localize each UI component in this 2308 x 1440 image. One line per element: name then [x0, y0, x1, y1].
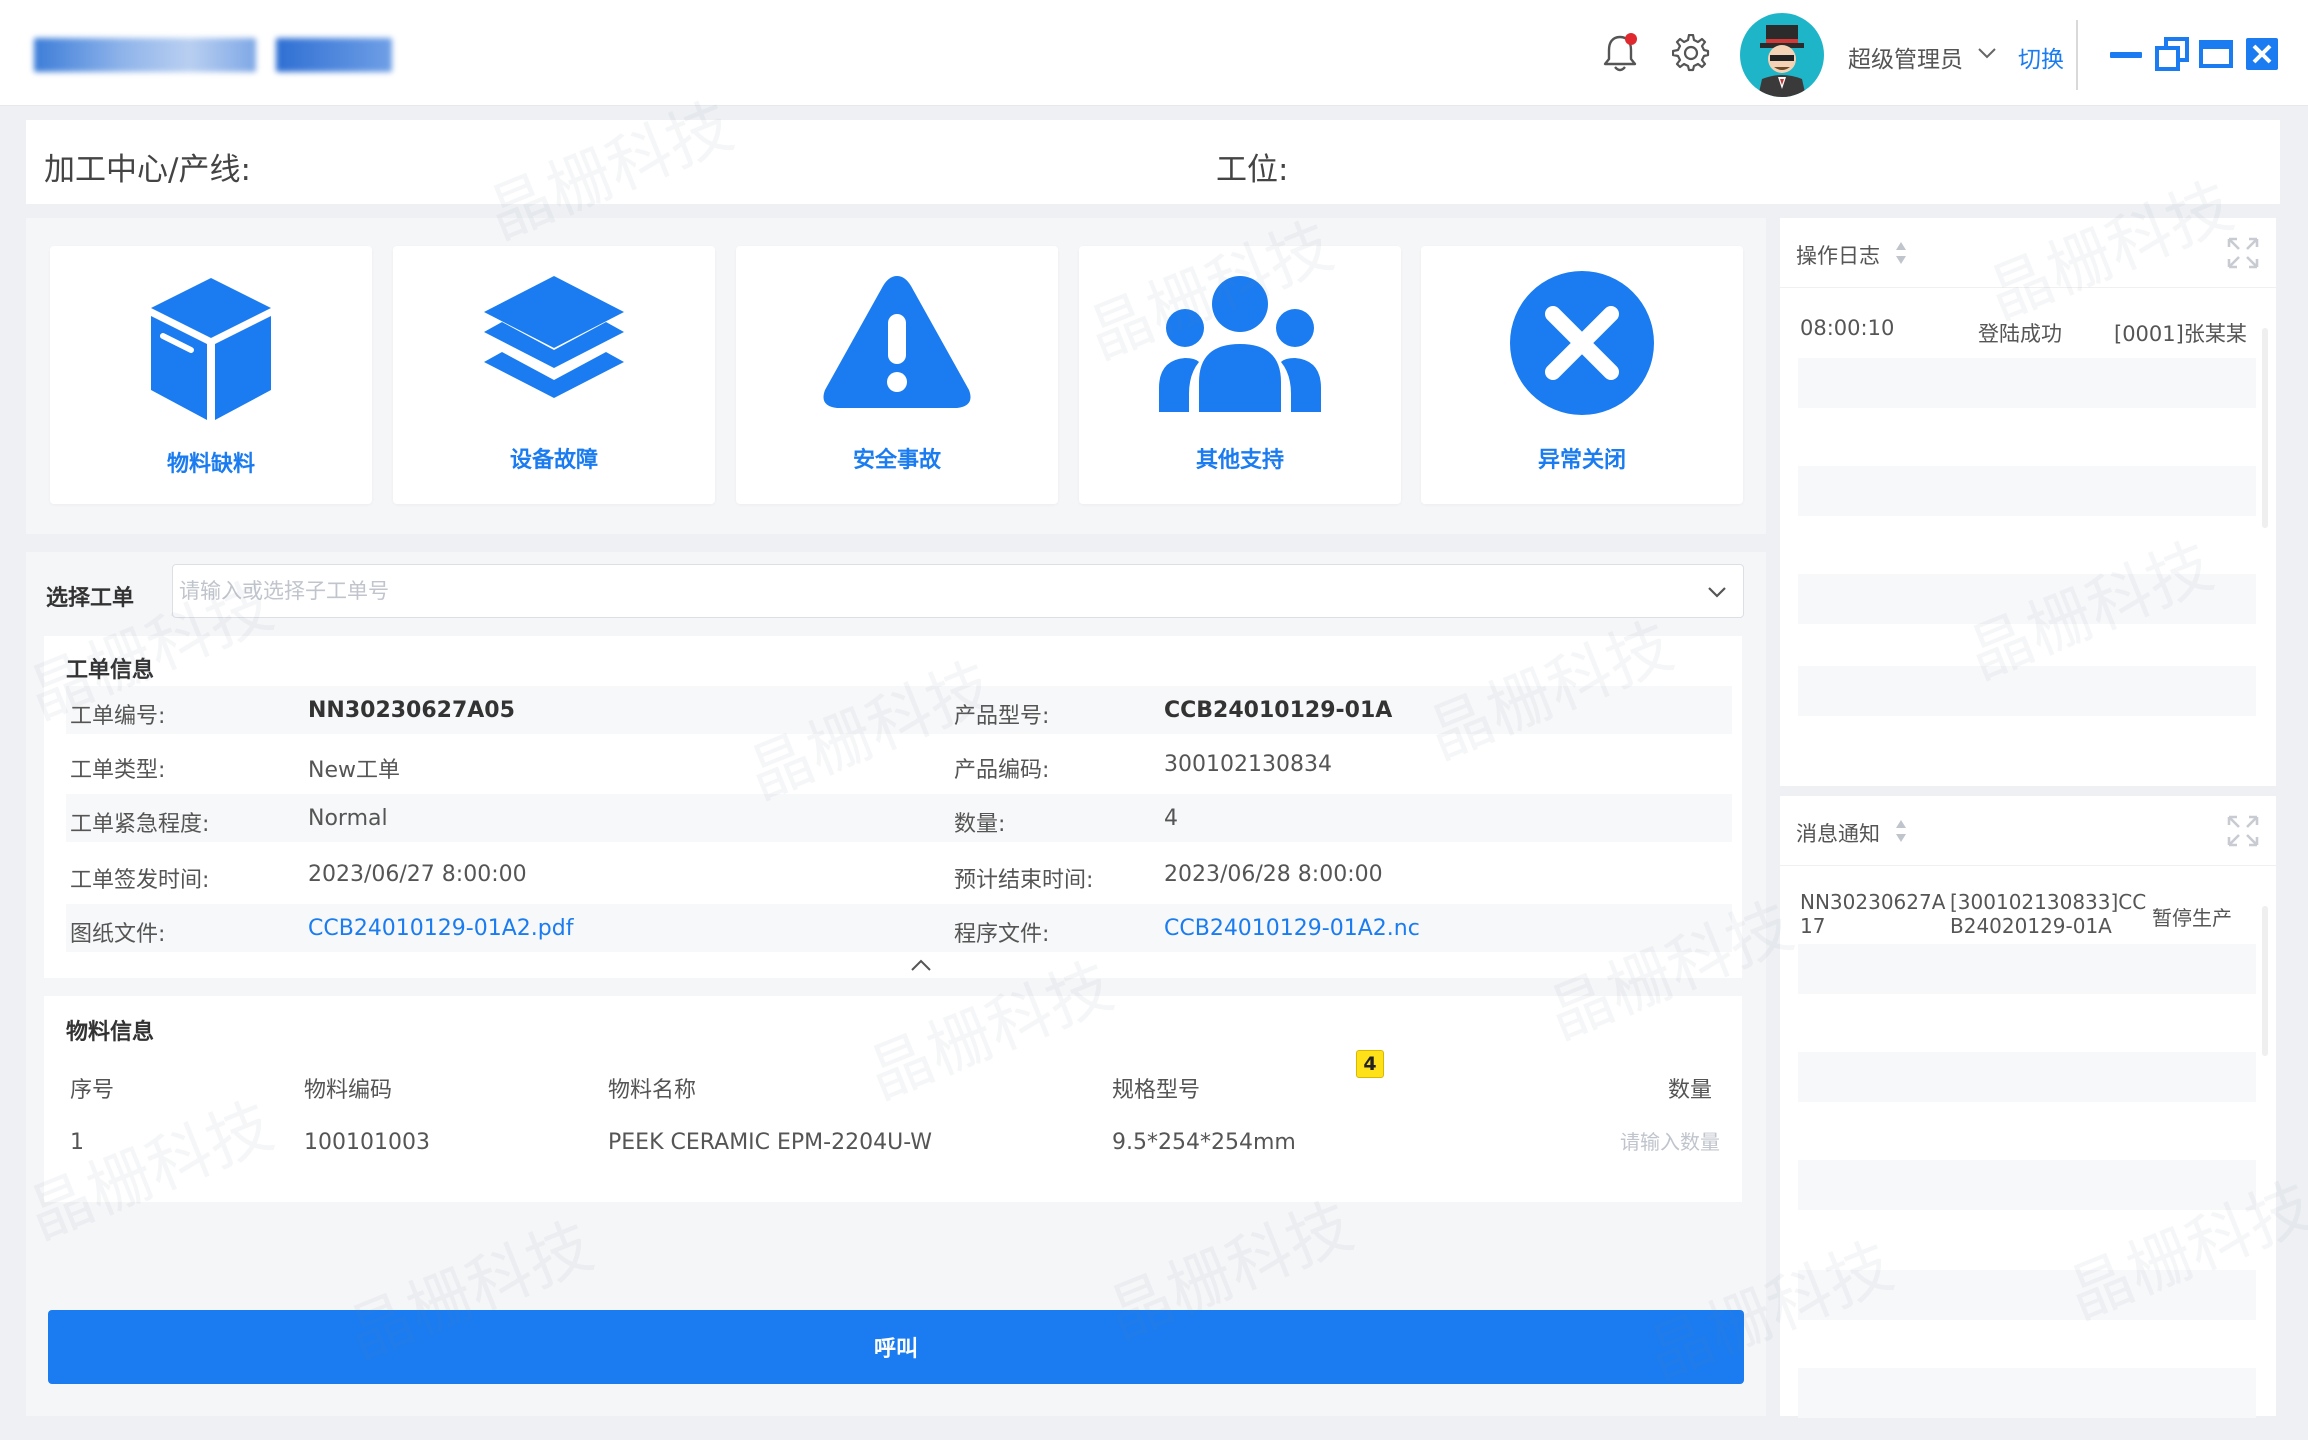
chevron-down-icon[interactable] [1705, 580, 1729, 604]
avatar[interactable] [1740, 13, 1824, 97]
order-no-value: NN30230627A05 [308, 698, 515, 723]
product-code-value: 300102130834 [1164, 752, 1332, 777]
program-file-link[interactable]: CCB24010129-01A2.nc [1164, 916, 1420, 941]
header-divider [2076, 20, 2078, 90]
layers-icon [484, 276, 624, 398]
info-row: 工单类型: New工单 产品编码: 300102130834 [66, 740, 1732, 788]
col-header-name: 物料名称 [608, 1078, 697, 1103]
work-order-input[interactable] [177, 569, 1677, 613]
box-icon [151, 278, 271, 420]
end-time-value: 2023/06/28 8:00:00 [1164, 862, 1383, 887]
station-label: 工位: [1216, 152, 1289, 188]
material-info-card [44, 996, 1742, 1202]
chevron-down-icon[interactable] [1976, 42, 1998, 64]
message-notification-header: 消息通知 [1780, 796, 2276, 866]
info-row: 工单紧急程度: Normal 数量: 4 [66, 794, 1732, 842]
select-work-order-label: 选择工单 [46, 586, 135, 611]
work-order-info-title: 工单信息 [66, 658, 155, 683]
material-spec: 9.5*254*254mm [1112, 1130, 1296, 1155]
material-seq: 1 [70, 1130, 84, 1155]
quick-action-material-shortage[interactable]: 物料缺料 [50, 246, 372, 504]
maximize-icon[interactable] [2198, 36, 2234, 72]
quick-action-label: 安全事故 [852, 448, 941, 473]
msg-status: 暂停生产 [2152, 906, 2232, 930]
urgency-value: Normal [308, 806, 388, 831]
product-model-label: 产品型号: [954, 704, 1050, 729]
msg-product-line2: B24020129-01A [1950, 914, 2112, 938]
material-name: PEEK CERAMIC EPM-2204U-W [608, 1130, 932, 1155]
msg-order-line1: NN30230627A [1800, 890, 1946, 914]
info-row: 工单编号: NN30230627A05 产品型号: CCB24010129-01… [66, 686, 1732, 734]
col-header-spec: 规格型号 [1112, 1078, 1201, 1103]
quantity-input[interactable] [1560, 1124, 1720, 1160]
program-file-label: 程序文件: [954, 922, 1050, 947]
product-code-label: 产品编码: [954, 758, 1050, 783]
operation-log-title: 操作日志 [1796, 244, 1880, 268]
notification-dot [1625, 33, 1637, 45]
work-order-select[interactable] [172, 564, 1744, 618]
top-bar: 超级管理员 切换 [0, 0, 2308, 106]
issue-time-value: 2023/06/27 8:00:00 [308, 862, 527, 887]
app-logo [34, 38, 392, 72]
line-station-bar: 加工中心/产线: 工位: [26, 120, 2280, 204]
operation-log-panel: 操作日志 08:00:10 登陆成功 [0001]张某某 [1780, 218, 2276, 786]
quick-action-abnormal-close[interactable]: 异常关闭 [1421, 246, 1743, 504]
end-time-label: 预计结束时间: [954, 868, 1094, 893]
order-no-label: 工单编号: [70, 704, 166, 729]
issue-time-label: 工单签发时间: [70, 868, 210, 893]
quick-action-label: 设备故障 [509, 448, 598, 473]
log-user: [0001]张某某 [2114, 322, 2247, 346]
line-label: 加工中心/产线: [44, 152, 251, 188]
expand-icon[interactable] [2226, 236, 2260, 270]
quick-action-safety-incident[interactable]: 安全事故 [736, 246, 1058, 504]
message-notification-panel: 消息通知 NN30230627A 17 [300102130833]CC B24… [1780, 796, 2276, 1418]
message-notification-title: 消息通知 [1796, 822, 1880, 846]
people-icon [1159, 276, 1321, 412]
quantity-value: 4 [1164, 806, 1178, 831]
count-badge: 4 [1356, 1050, 1384, 1078]
quick-action-other-support[interactable]: 其他支持 [1079, 246, 1401, 504]
order-type-label: 工单类型: [70, 758, 166, 783]
drawing-file-label: 图纸文件: [70, 922, 166, 947]
msg-order-line2: 17 [1800, 914, 1826, 938]
operation-log-header: 操作日志 [1780, 218, 2276, 288]
sort-icon[interactable] [1894, 238, 1908, 268]
close-icon[interactable] [2244, 36, 2280, 72]
info-row: 图纸文件: CCB24010129-01A2.pdf 程序文件: CCB2401… [66, 904, 1732, 952]
col-header-seq: 序号 [70, 1078, 115, 1103]
restore-icon[interactable] [2154, 36, 2190, 72]
close-circle-icon [1510, 271, 1654, 415]
product-model-value: CCB24010129-01A [1164, 698, 1393, 723]
log-time: 08:00:10 [1800, 316, 1895, 340]
switch-user-link[interactable]: 切换 [2018, 40, 2064, 74]
minimize-icon[interactable] [2108, 36, 2144, 72]
info-row: 工单签发时间: 2023/06/27 8:00:00 预计结束时间: 2023/… [66, 850, 1732, 898]
quick-action-label: 其他支持 [1195, 448, 1284, 473]
bell-icon[interactable] [1597, 30, 1643, 76]
drawing-file-link[interactable]: CCB24010129-01A2.pdf [308, 916, 573, 941]
warning-icon [823, 276, 971, 408]
quantity-label: 数量: [954, 812, 1006, 837]
gear-icon[interactable] [1668, 30, 1714, 76]
msg-product-line1: [300102130833]CC [1950, 890, 2147, 914]
chevron-up-icon[interactable] [908, 954, 934, 976]
material-code: 100101003 [304, 1130, 430, 1155]
sort-icon[interactable] [1894, 816, 1908, 846]
log-action: 登陆成功 [1978, 322, 2062, 346]
col-header-qty: 数量 [1668, 1078, 1713, 1103]
quick-action-label: 物料缺料 [166, 452, 255, 477]
order-type-value: New工单 [308, 758, 400, 783]
col-header-code: 物料编码 [304, 1078, 393, 1103]
call-button[interactable]: 呼叫 [48, 1310, 1744, 1384]
quick-action-label: 异常关闭 [1537, 448, 1626, 473]
user-name[interactable]: 超级管理员 [1848, 40, 1963, 74]
expand-icon[interactable] [2226, 814, 2260, 848]
urgency-label: 工单紧急程度: [70, 812, 210, 837]
material-info-title: 物料信息 [66, 1020, 155, 1045]
quick-action-equipment-fault[interactable]: 设备故障 [393, 246, 715, 504]
